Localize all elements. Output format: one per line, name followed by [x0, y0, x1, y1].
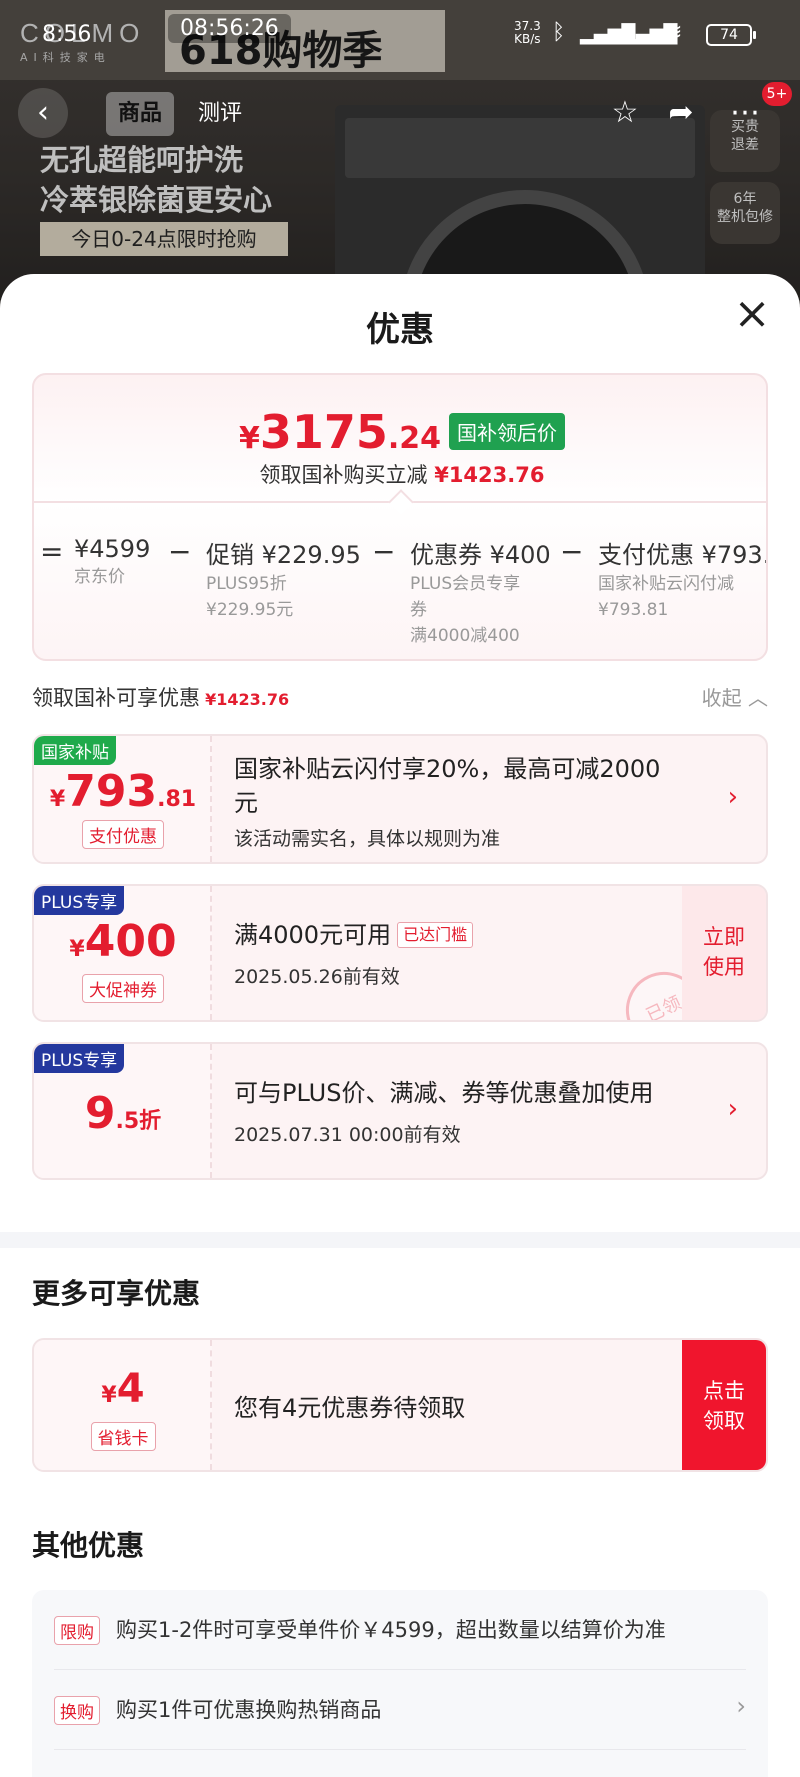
breakdown-coupon: 优惠券 ¥400 PLUS会员专享 券 满4000减400: [410, 541, 551, 646]
op-equals: =: [40, 535, 64, 568]
clock-overlay: 08:56:26: [168, 14, 291, 43]
card-amount: 9.5折: [84, 1088, 162, 1139]
plus-coupon-card[interactable]: PLUS专享 ¥400 大促神券 满4000元可用 已达门槛 2025.05.26…: [32, 884, 768, 1022]
final-price: ¥3175.24 国补领后价: [34, 405, 766, 459]
list-item: 限购 购买1-2件时可享受单件价￥4599，超出数量以结算价为准: [54, 1590, 746, 1670]
breakdown-list-price: ¥4599 京东价: [74, 535, 151, 587]
list-item-text: 购买1-2件时可享受单件价￥4599，超出数量以结算价为准: [116, 1618, 666, 1642]
op-minus: −: [372, 535, 396, 568]
network-speed: 37.3 KB/s: [514, 19, 541, 46]
status-bar: 8:56 08:56:26 37.3 KB/s ᛒ ▂▄▆█ ▂▄▆█ ≋ 74: [0, 0, 800, 70]
other-offers-list: 限购 购买1-2件时可享受单件价￥4599，超出数量以结算价为准 换购 购买1件…: [32, 1590, 768, 1777]
product-nav-bar: ‹ 商品 测评 ☆ ➦ ⋯ 5+: [0, 82, 800, 144]
clock: 8:56: [42, 22, 92, 47]
chevron-right-icon[interactable]: ›: [728, 782, 738, 812]
discount-sheet: 优惠 × ¥3175.24 国补领后价 领取国补购买立减 ¥1423.76 = ¥…: [0, 274, 800, 1777]
gov-subsidy-card[interactable]: 国家补贴 ¥793.81 支付优惠 国家补贴云闪付享20%，最高可减2000 元…: [32, 734, 768, 864]
battery-icon: 74: [706, 24, 756, 46]
subsidy-summary-row: 领取国补可享优惠 ¥1423.76 收起 ︿: [32, 682, 768, 712]
op-minus: −: [168, 535, 192, 568]
plus-tag: PLUS专享: [34, 886, 125, 915]
card-amount-panel: 国家补贴 ¥793.81 支付优惠: [34, 736, 212, 862]
saving-card-coupon[interactable]: ¥4 省钱卡 您有4元优惠券待领取 点击 领取: [32, 1338, 768, 1472]
card-title: 国家补贴云闪付享20%，最高可减2000 元: [234, 755, 661, 817]
claim-button[interactable]: 点击 领取: [682, 1340, 766, 1470]
card-title: 可与PLUS价、满减、券等优惠叠加使用: [234, 1079, 654, 1107]
card-title: 您有4元优惠券待领取: [234, 1394, 466, 1422]
collapse-button[interactable]: 收起 ︿: [702, 682, 768, 711]
exchange-tag: 换购: [54, 1696, 100, 1725]
breakdown-promotion: 促销 ¥229.95 PLUS95折 ¥229.95元: [206, 541, 361, 620]
chevron-right-icon[interactable]: ›: [728, 1094, 738, 1124]
price-breakdown: = ¥4599 京东价 − 促销 ¥229.95 PLUS95折 ¥229.95…: [34, 535, 766, 655]
bluetooth-icon: ᛒ: [552, 20, 566, 45]
card-validity: 2025.07.31 00:00前有效: [234, 1124, 461, 1146]
card-validity: 2025.05.26前有效: [234, 966, 400, 988]
list-item[interactable]: 换购 购买1件可优惠换购热销商品 ›: [54, 1670, 746, 1750]
chevron-right-icon[interactable]: ›: [736, 1692, 746, 1720]
price-saving: 领取国补购买立减 ¥1423.76: [259, 463, 545, 487]
card-amount-panel: PLUS专享 ¥400 大促神券: [34, 886, 212, 1020]
tab-product[interactable]: 商品: [106, 92, 175, 136]
plus-tag: PLUS专享: [34, 1044, 125, 1073]
summary-pointer: [388, 489, 414, 515]
star-icon[interactable]: ☆: [600, 88, 650, 138]
reached-tag: 已达门槛: [397, 922, 474, 948]
card-amount: ¥793.81: [49, 766, 197, 817]
tab-review[interactable]: 测评: [186, 92, 254, 136]
close-icon[interactable]: ×: [730, 292, 774, 336]
card-amount: ¥400: [69, 916, 177, 967]
card-desc: 该活动需实名，具体以规则为准: [234, 828, 501, 850]
card-amount-panel: ¥4 省钱卡: [34, 1340, 212, 1470]
section-divider: [0, 1232, 800, 1248]
gov-price-tag: 国补领后价: [449, 413, 566, 450]
card-type-chip: 省钱卡: [34, 1422, 212, 1451]
other-offers-title: 其他优惠: [32, 1529, 145, 1562]
list-item-text: 购买1件可优惠换购热销商品: [116, 1698, 382, 1722]
back-icon[interactable]: ‹: [18, 88, 68, 138]
gov-subsidy-tag: 国家补贴: [34, 736, 116, 765]
sheet-title: 优惠: [366, 310, 434, 350]
use-now-button[interactable]: 立即 使用: [682, 886, 766, 1020]
card-type-chip: 大促神券: [34, 974, 212, 1003]
plus-discount-card[interactable]: PLUS专享 9.5折 可与PLUS价、满减、券等优惠叠加使用 2025.07.…: [32, 1042, 768, 1180]
cart-count-badge: 5+: [762, 82, 792, 106]
card-amount: ¥4: [101, 1366, 145, 1412]
limit-tag: 限购: [54, 1616, 100, 1645]
breakdown-payment: 支付优惠 ¥793.81 国家补贴云闪付减 ¥793.81: [598, 541, 766, 620]
card-amount-panel: PLUS专享 9.5折: [34, 1044, 212, 1178]
more-offers-title: 更多可享优惠: [32, 1277, 201, 1310]
card-title: 满4000元可用 已达门槛: [234, 918, 474, 952]
op-minus: −: [560, 535, 584, 568]
card-type-chip: 支付优惠: [34, 820, 212, 849]
price-summary: ¥3175.24 国补领后价 领取国补购买立减 ¥1423.76 = ¥4599 …: [32, 373, 768, 661]
share-icon[interactable]: ➦: [656, 88, 706, 138]
wifi-icon: ≋: [664, 20, 683, 45]
